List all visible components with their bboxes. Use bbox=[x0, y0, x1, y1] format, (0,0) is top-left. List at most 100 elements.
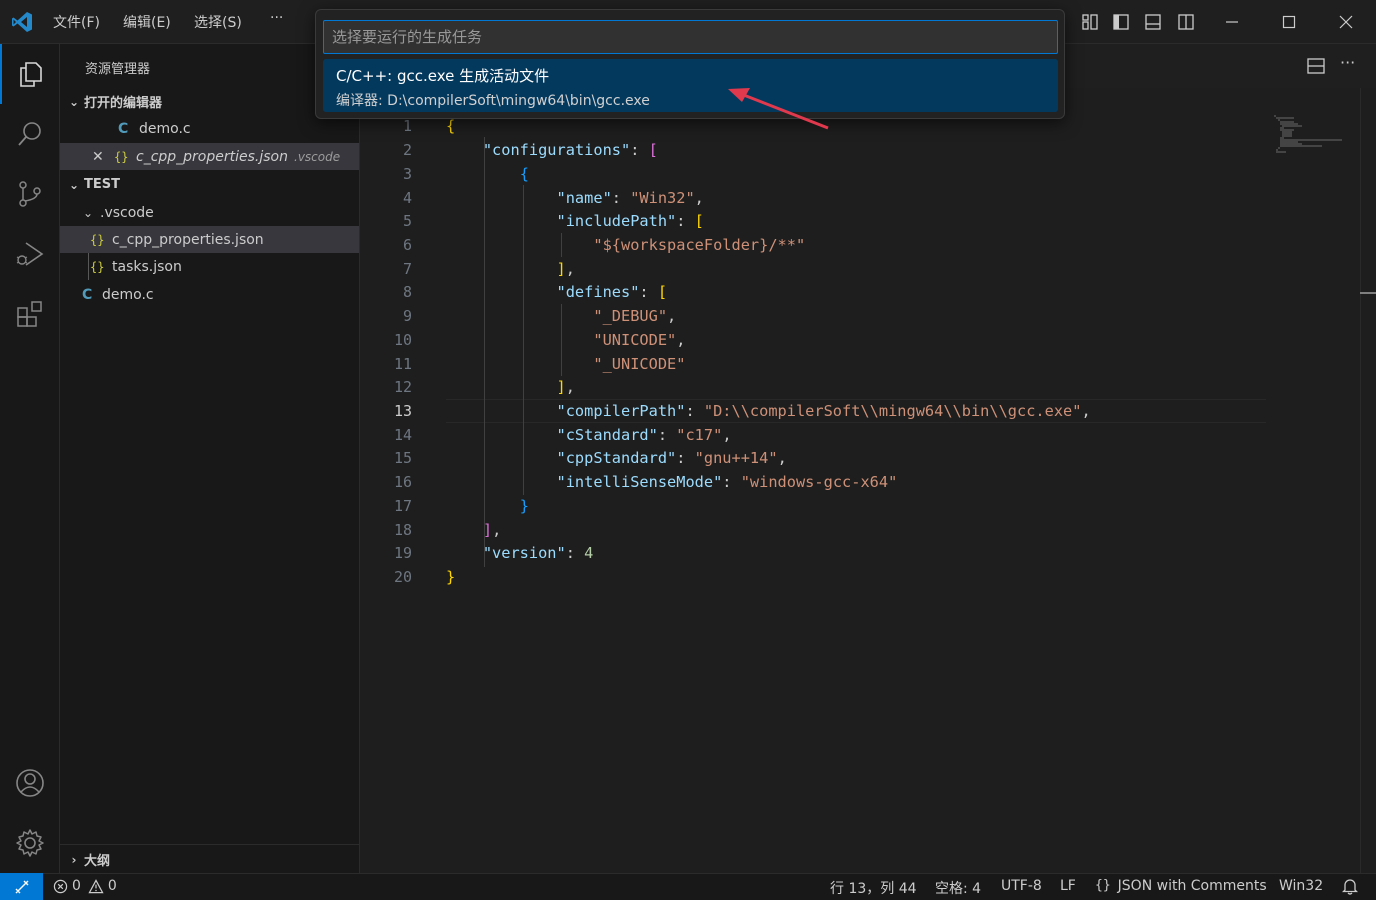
toggle-panel-icon[interactable] bbox=[1141, 10, 1165, 34]
menu-file[interactable]: 文件(F) bbox=[53, 12, 100, 32]
code-line-14: "cStandard": "c17", bbox=[556, 426, 732, 444]
cursor-position[interactable]: 行 13，列 44 bbox=[830, 878, 917, 898]
json-file-icon: {} bbox=[90, 232, 105, 247]
folder-vscode[interactable]: ⌄ .vscode bbox=[60, 199, 359, 226]
file-item-demo-c[interactable]: C demo.c bbox=[60, 281, 359, 308]
line-number: 3 bbox=[402, 165, 412, 183]
code-line-10: "UNICODE", bbox=[593, 331, 686, 349]
line-number: 11 bbox=[393, 355, 412, 373]
task-option-label: C/C++: gcc.exe 生成活动文件 bbox=[336, 67, 550, 85]
file-item-c-cpp-properties[interactable]: {} c_cpp_properties.json bbox=[60, 226, 359, 253]
menu-more[interactable]: ··· bbox=[270, 10, 283, 26]
code-line-6: "${workspaceFolder}/**" bbox=[593, 236, 806, 254]
line-number: 15 bbox=[393, 449, 412, 467]
workspace-header[interactable]: ⌄ TEST bbox=[60, 171, 359, 198]
code-line-17: } bbox=[519, 497, 529, 515]
code-line-7: ], bbox=[556, 260, 575, 278]
minimize-icon[interactable] bbox=[1220, 10, 1244, 34]
line-number: 8 bbox=[402, 283, 412, 301]
extensions-icon[interactable] bbox=[0, 284, 60, 344]
json-file-icon: {} bbox=[90, 259, 105, 274]
line-number: 14 bbox=[393, 426, 412, 444]
line-number: 12 bbox=[393, 378, 412, 396]
close-editor-icon[interactable]: ✕ bbox=[92, 149, 114, 165]
line-number: 10 bbox=[393, 331, 412, 349]
line-number: 13 bbox=[393, 402, 412, 420]
annotation-arrow bbox=[728, 88, 829, 130]
code-line-18: ], bbox=[482, 521, 502, 539]
menu-edit[interactable]: 编辑(E) bbox=[123, 12, 171, 32]
source-control-icon[interactable] bbox=[0, 164, 60, 224]
line-number: 18 bbox=[393, 521, 412, 539]
outline-header[interactable]: › 大纲 bbox=[60, 846, 359, 873]
open-editor-item-c-cpp-properties[interactable]: ✕ {} c_cpp_properties.json .vscode bbox=[60, 143, 359, 170]
customize-layout-icon[interactable] bbox=[1078, 10, 1102, 34]
c-file-icon: C bbox=[82, 286, 93, 303]
line-number: 19 bbox=[393, 544, 412, 562]
search-icon[interactable] bbox=[0, 104, 60, 164]
vscode-logo-icon bbox=[12, 12, 32, 32]
code-line-3: { bbox=[519, 165, 529, 183]
line-number: 7 bbox=[402, 260, 412, 278]
code-line-2: "configurations": [ bbox=[482, 141, 658, 159]
code-line-15: "cppStandard": "gnu++14", bbox=[556, 449, 787, 467]
task-search-input[interactable] bbox=[323, 20, 1058, 54]
settings-gear-icon[interactable] bbox=[0, 813, 60, 873]
chevron-right-icon: › bbox=[71, 852, 77, 867]
remote-icon bbox=[15, 880, 28, 894]
line-number: 2 bbox=[402, 141, 412, 159]
status-bar: 0 0 行 13，列 44 空格: 4 UTF-8 LF {} JSON wit… bbox=[0, 873, 1376, 900]
json-file-icon: {} bbox=[114, 149, 129, 164]
scrollbar-cursor-marker bbox=[1360, 292, 1376, 294]
error-icon bbox=[53, 879, 68, 893]
c-file-icon: C bbox=[118, 120, 129, 137]
explorer-sidebar: 资源管理器 ⌄ 打开的编辑器 C demo.c ✕ {} c_cpp_prope… bbox=[60, 44, 360, 873]
quick-pick-dialog: C/C++: gcc.exe 生成活动文件 编译器: D:\compilerSo… bbox=[315, 9, 1065, 119]
more-actions-icon[interactable]: ··· bbox=[1340, 53, 1355, 72]
code-line-20: } bbox=[446, 568, 456, 586]
code-line-19: "version": 4 bbox=[482, 544, 594, 562]
vertical-scrollbar[interactable] bbox=[1360, 88, 1376, 873]
end-of-line[interactable]: LF bbox=[1060, 878, 1076, 894]
code-line-13: "compilerPath": "D:\\compilerSoft\\mingw… bbox=[556, 402, 1091, 420]
chevron-down-icon: ⌄ bbox=[68, 94, 80, 109]
split-editor-icon[interactable] bbox=[1306, 56, 1326, 80]
line-number: 4 bbox=[402, 189, 412, 207]
code-line-5: "includePath": [ bbox=[556, 212, 704, 230]
warning-icon bbox=[88, 878, 104, 893]
encoding[interactable]: UTF-8 bbox=[1001, 878, 1042, 894]
open-editor-item-demo-c[interactable]: C demo.c bbox=[60, 115, 359, 142]
notifications-bell-icon[interactable] bbox=[1341, 877, 1359, 899]
sidebar-title: 资源管理器 bbox=[85, 62, 151, 77]
code-editor[interactable]: 1 2 3 4 5 6 7 8 9 10 11 12 13 14 15 16 17 18 19 20 { "confi… bbox=[360, 88, 1376, 873]
code-line-16: "intelliSenseMode": "windows-gcc-x64" bbox=[556, 473, 898, 491]
menu-selection[interactable]: 选择(S) bbox=[194, 12, 242, 32]
task-option-detail: 编译器: D:\compilerSoft\mingw64\bin\gcc.exe bbox=[336, 93, 650, 109]
code-line-4: "name": "Win32", bbox=[556, 189, 704, 207]
line-number: 9 bbox=[402, 307, 412, 325]
code-line-11: "_UNICODE" bbox=[593, 355, 686, 373]
line-number: 16 bbox=[393, 473, 412, 491]
cpp-configuration[interactable]: Win32 bbox=[1279, 878, 1323, 894]
close-window-icon[interactable] bbox=[1334, 10, 1358, 34]
problems-indicator[interactable]: 0 0 bbox=[53, 878, 117, 894]
file-item-tasks-json[interactable]: {} tasks.json bbox=[60, 253, 359, 280]
explorer-icon[interactable] bbox=[0, 44, 60, 104]
line-number: 20 bbox=[393, 568, 412, 586]
accounts-icon[interactable] bbox=[0, 753, 60, 813]
minimap[interactable] bbox=[1272, 114, 1344, 154]
run-debug-icon[interactable] bbox=[0, 224, 60, 284]
indentation[interactable]: 空格: 4 bbox=[935, 878, 981, 898]
toggle-sidebar-icon[interactable] bbox=[1109, 10, 1133, 34]
chevron-down-icon: ⌄ bbox=[68, 177, 80, 192]
maximize-icon[interactable] bbox=[1277, 10, 1301, 34]
code-line-9: "_DEBUG", bbox=[593, 307, 677, 325]
chevron-down-icon: ⌄ bbox=[82, 205, 94, 220]
toggle-secondary-sidebar-icon[interactable] bbox=[1174, 10, 1198, 34]
language-mode[interactable]: {} JSON with Comments bbox=[1095, 878, 1267, 894]
activity-bar bbox=[0, 44, 60, 873]
line-number: 6 bbox=[402, 236, 412, 254]
line-number: 17 bbox=[393, 497, 412, 515]
remote-indicator[interactable] bbox=[0, 873, 43, 900]
task-option-gcc-build[interactable]: C/C++: gcc.exe 生成活动文件 编译器: D:\compilerSo… bbox=[323, 59, 1058, 112]
